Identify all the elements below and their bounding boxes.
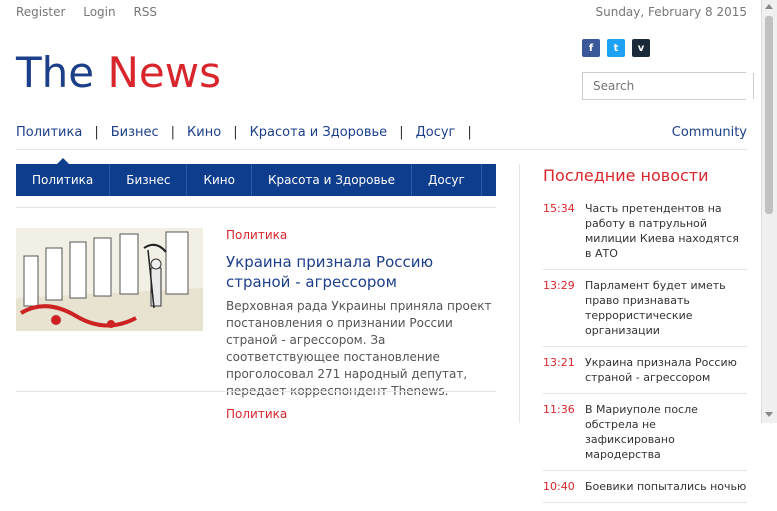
tab-cinema[interactable]: Кино [187,164,252,196]
facebook-icon[interactable]: f [582,39,600,57]
latest-news-list: 15:34 Часть претендентов на работу в пат… [543,201,747,511]
top-links: Register Login RSS [16,5,171,19]
news-headline[interactable]: Боевики попытались ночью [573,479,747,494]
nav-separator: | [170,125,176,140]
nav-item-leisure[interactable]: Досуг [416,125,456,140]
nav-item-cinema[interactable]: Кино [187,125,221,140]
scrollbar-thumb[interactable] [765,16,773,214]
social-links: f t v [582,39,650,57]
article-title[interactable]: Украина признала Россию страной - агресс… [226,252,496,292]
category-tabs: Политика Бизнес Кино Красота и Здоровье … [16,158,496,196]
nav-item-business[interactable]: Бизнес [111,125,159,140]
vimeo-icon[interactable]: v [632,39,650,57]
twitter-icon[interactable]: t [607,39,625,57]
nav-separator: | [467,125,472,140]
divider [16,149,747,150]
search-box [582,72,754,100]
news-time: 11:36 [543,403,575,416]
scroll-down-icon[interactable] [765,412,773,417]
news-headline[interactable]: Часть претендентов на работу в патрульно… [573,201,747,261]
tab-politics[interactable]: Политика [16,158,111,196]
tab-business[interactable]: Бизнес [110,164,188,196]
news-headline[interactable]: Украина признала Россию страной - агресс… [573,355,747,385]
news-time: 13:29 [543,279,575,292]
current-date: Sunday, February 8 2015 [595,5,747,19]
divider [16,207,496,208]
list-item[interactable]: 10:40 Боевики попытались ночью [543,479,747,503]
logo-part-the: The [16,48,95,97]
list-item[interactable]: 15:34 Часть претендентов на работу в пат… [543,201,747,270]
divider [16,391,496,392]
tab-beauty-health[interactable]: Красота и Здоровье [252,164,413,196]
list-item[interactable]: 11:36 В Мариуполе после обстрела не зафи… [543,402,747,471]
vertical-scrollbar[interactable] [761,0,777,423]
community-link[interactable]: Community [672,125,747,140]
article-excerpt: Верховная рада Украины приняла проект по… [226,299,492,398]
nav-separator: | [94,125,99,140]
main-nav: Политика | Бизнес | Кино | Красота и Здо… [16,125,484,140]
login-link[interactable]: Login [83,5,115,19]
list-item[interactable]: 13:21 Украина признала Россию страной - … [543,355,747,394]
nav-separator: | [399,125,404,140]
nav-item-politics[interactable]: Политика [16,125,82,140]
cartoon-illustration [16,228,203,331]
news-headline[interactable]: В Мариуполе после обстрела не зафиксиров… [573,402,747,462]
nav-separator: | [233,125,238,140]
article-category[interactable]: Политика [226,228,287,242]
scroll-up-icon[interactable] [765,4,773,9]
list-item[interactable]: 13:29 Парламент будет иметь право призна… [543,278,747,347]
column-divider [519,164,520,423]
news-time: 13:21 [543,356,575,369]
news-time: 15:34 [543,202,575,215]
nav-item-beauty-health[interactable]: Красота и Здоровье [250,125,388,140]
register-link[interactable]: Register [16,5,65,19]
search-input[interactable] [583,73,753,99]
news-headline[interactable]: Парламент будет иметь право признавать т… [573,278,747,338]
rss-link[interactable]: RSS [133,5,157,19]
news-time: 10:40 [543,480,575,493]
sidebar-title: Последние новости [543,166,709,185]
logo-part-news: News [107,48,221,97]
article-thumbnail[interactable] [16,228,203,331]
article-category[interactable]: Политика [226,407,287,421]
tab-leisure[interactable]: Досуг [412,164,482,196]
site-logo[interactable]: The News [16,48,221,97]
search-button[interactable] [753,73,754,99]
